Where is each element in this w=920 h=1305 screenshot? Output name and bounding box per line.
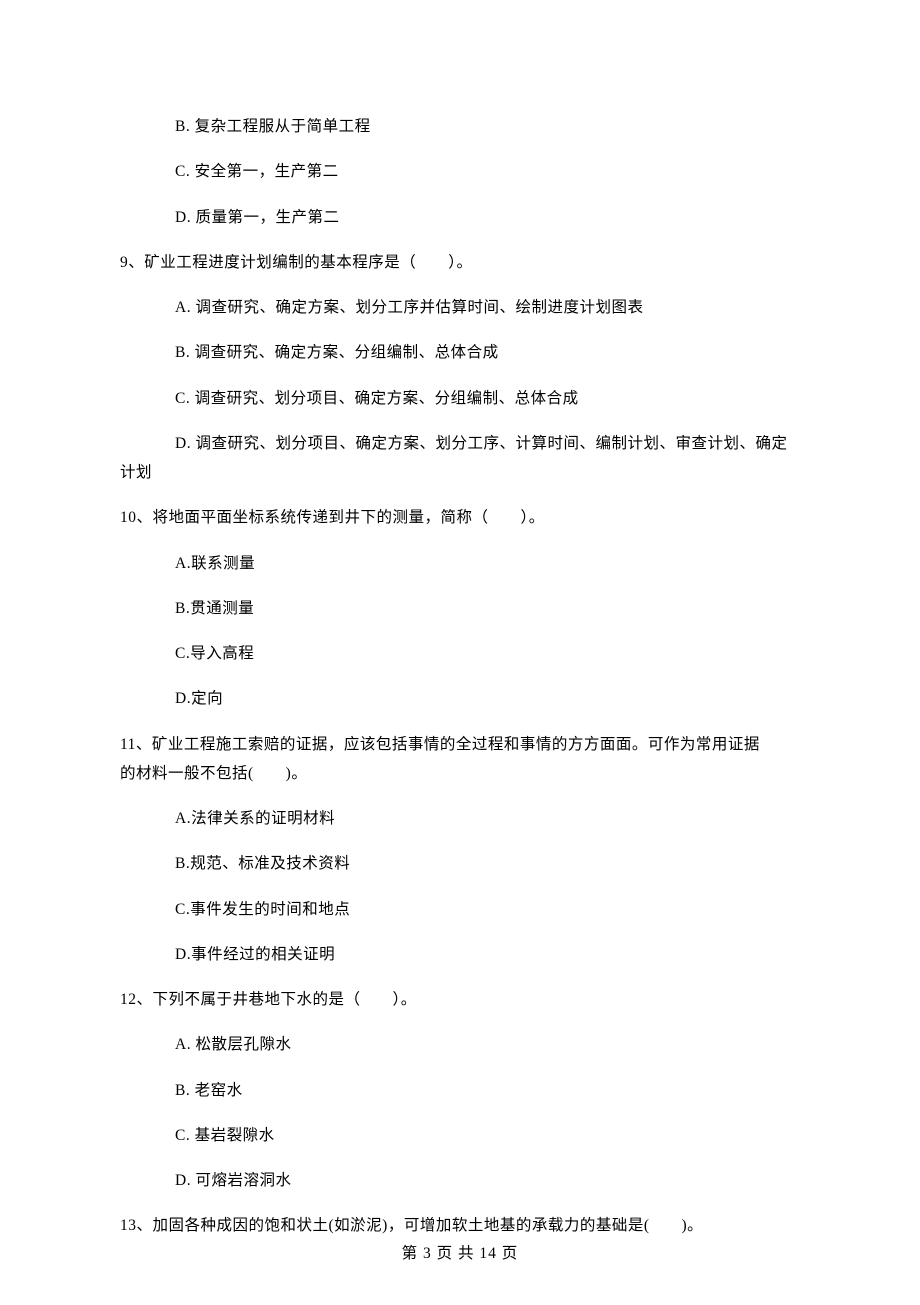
q9-option-d-line2: 计划: [120, 461, 800, 484]
q11-option-a: A.法律关系的证明材料: [120, 807, 800, 830]
q9-option-d: D. 调查研究、划分项目、确定方案、划分工序、计算时间、编制计划、审查计划、确定…: [120, 432, 800, 485]
q10-option-c: C.导入高程: [120, 642, 800, 665]
q9-option-c: C. 调查研究、划分项目、确定方案、分组编制、总体合成: [120, 387, 800, 410]
q12-option-a: A. 松散层孔隙水: [120, 1033, 800, 1056]
q10-option-b: B.贯通测量: [120, 597, 800, 620]
q11-option-b: B.规范、标准及技术资料: [120, 852, 800, 875]
q8-option-c: C. 安全第一，生产第二: [120, 160, 800, 183]
q8-option-d: D. 质量第一，生产第二: [120, 206, 800, 229]
q9-option-b: B. 调查研究、确定方案、分组编制、总体合成: [120, 341, 800, 364]
q13-stem: 13、加固各种成因的饱和状土(如淤泥)，可增加软土地基的承载力的基础是( )。: [120, 1214, 800, 1237]
q11-stem-line1: 11、矿业工程施工索赔的证据，应该包括事情的全过程和事情的方方面面。可作为常用证…: [120, 733, 800, 756]
q9-stem: 9、矿业工程进度计划编制的基本程序是（ ）。: [120, 251, 800, 274]
q12-option-d: D. 可熔岩溶洞水: [120, 1169, 800, 1192]
q9-option-d-line1: D. 调查研究、划分项目、确定方案、划分工序、计算时间、编制计划、审查计划、确定: [120, 432, 800, 455]
q12-option-b: B. 老窑水: [120, 1079, 800, 1102]
q10-option-d: D.定向: [120, 687, 800, 710]
q11-option-d: D.事件经过的相关证明: [120, 943, 800, 966]
page-footer: 第 3 页 共 14 页: [120, 1242, 800, 1265]
q10-option-a: A.联系测量: [120, 552, 800, 575]
q11-option-c: C.事件发生的时间和地点: [120, 898, 800, 921]
q12-option-c: C. 基岩裂隙水: [120, 1124, 800, 1147]
q9-option-a: A. 调查研究、确定方案、划分工序并估算时间、绘制进度计划图表: [120, 296, 800, 319]
q10-stem: 10、将地面平面坐标系统传递到井下的测量，简称（ ）。: [120, 506, 800, 529]
document-page: B. 复杂工程服从于简单工程 C. 安全第一，生产第二 D. 质量第一，生产第二…: [0, 0, 920, 1305]
q11-stem-line2: 的材料一般不包括( )。: [120, 762, 800, 785]
q12-stem: 12、下列不属于井巷地下水的是（ ）。: [120, 988, 800, 1011]
q8-option-b: B. 复杂工程服从于简单工程: [120, 115, 800, 138]
